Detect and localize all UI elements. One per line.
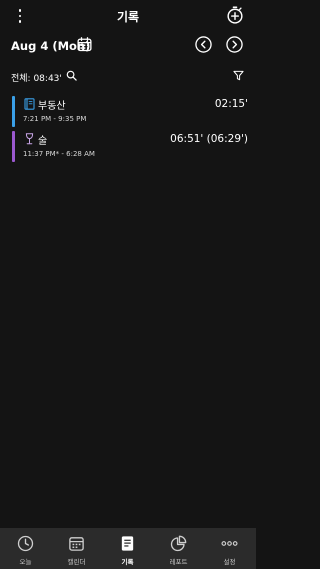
filter-icon[interactable]: [233, 70, 244, 81]
summary-bar: 전체: 08:43': [0, 66, 256, 86]
document-icon: [121, 536, 134, 551]
nav-label: 캘린더: [67, 558, 86, 566]
app-header: 기록: [0, 0, 256, 34]
calendar-picker-icon[interactable]: [77, 37, 92, 52]
nav-item-records[interactable]: 기록: [102, 528, 153, 569]
nav-item-calendar[interactable]: 캘린더: [51, 528, 102, 569]
category-color-bar: [12, 131, 15, 162]
record-time-range: 11:37 PM* - 6:28 AM: [23, 150, 95, 158]
more-dots-icon: [221, 541, 238, 546]
add-timer-icon[interactable]: [226, 6, 244, 24]
nav-label: 기록: [121, 558, 134, 566]
previous-day-button[interactable]: [195, 36, 212, 53]
calendar-icon: [69, 537, 84, 551]
search-icon[interactable]: [66, 70, 77, 81]
record-entry[interactable]: 술 11:37 PM* - 6:28 AM 06:51' (06:29'): [12, 131, 248, 162]
bottom-navigation: 오늘 캘린더 기록 레포트 설정: [0, 528, 256, 569]
next-day-button[interactable]: [226, 36, 243, 53]
date-bar: Aug 4 (Mon): [0, 34, 256, 58]
category-color-bar: [12, 96, 15, 127]
nav-item-report[interactable]: 레포트: [153, 528, 204, 569]
nav-label: 오늘: [19, 558, 32, 566]
record-title: 술: [38, 136, 48, 147]
record-entry[interactable]: 부동산 7:21 PM - 9:35 PM 02:15': [12, 96, 248, 127]
book-icon: [24, 98, 35, 110]
pie-chart-icon: [170, 535, 187, 552]
nav-item-today[interactable]: 오늘: [0, 528, 51, 569]
total-time: 전체: 08:43': [11, 74, 62, 84]
record-duration: 02:15': [214, 98, 248, 110]
page-title: 기록: [116, 10, 140, 24]
record-time-range: 7:21 PM - 9:35 PM: [23, 115, 87, 123]
clock-icon: [17, 535, 34, 552]
nav-label: 설정: [223, 558, 236, 566]
nav-item-settings[interactable]: 설정: [204, 528, 255, 569]
record-title: 부동산: [38, 101, 66, 112]
wine-glass-icon: [25, 133, 34, 145]
nav-label: 레포트: [169, 558, 188, 566]
record-duration: 06:51' (06:29'): [170, 133, 248, 145]
